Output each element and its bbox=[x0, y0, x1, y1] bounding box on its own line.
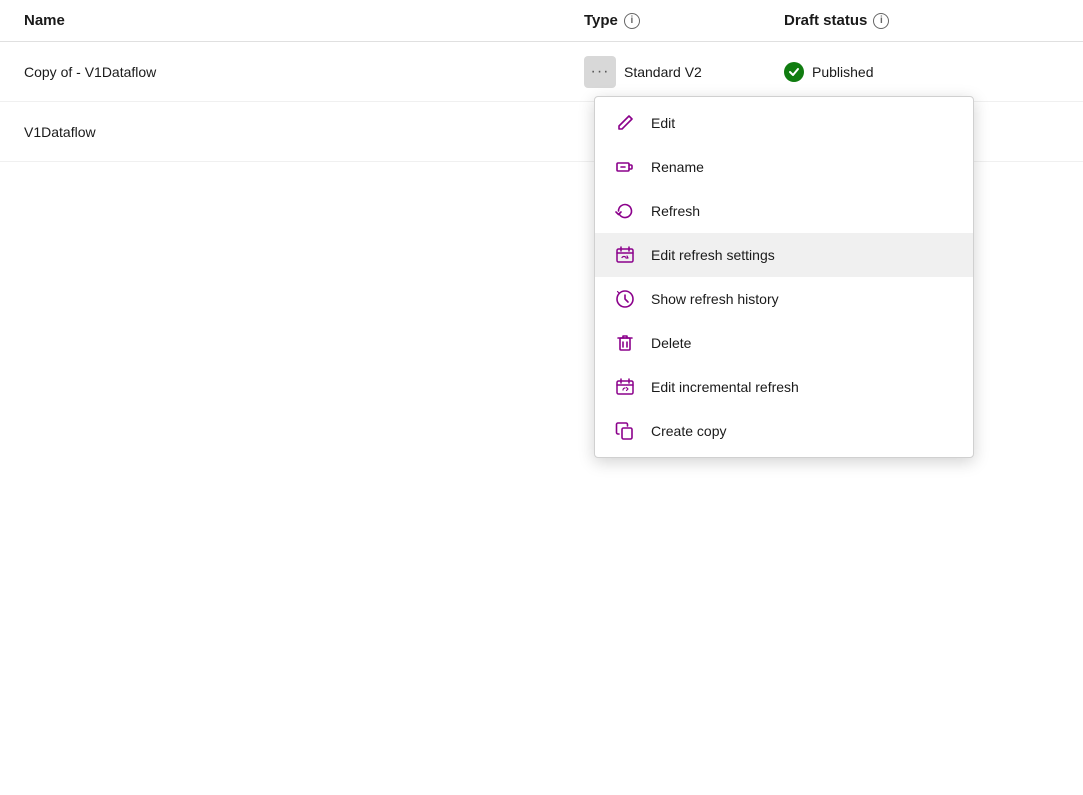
create-copy-icon bbox=[615, 421, 635, 441]
more-options-button-row1[interactable]: ··· bbox=[584, 56, 616, 88]
show-refresh-history-icon bbox=[615, 289, 635, 309]
ellipsis-icon: ··· bbox=[591, 63, 610, 81]
menu-item-create-copy[interactable]: Create copy bbox=[595, 409, 973, 453]
row1-type-area: ··· Standard V2 bbox=[584, 56, 784, 88]
menu-item-edit[interactable]: Edit bbox=[595, 101, 973, 145]
delete-icon bbox=[615, 333, 635, 353]
row1-type: Standard V2 bbox=[624, 64, 702, 80]
col-type-header: Type i bbox=[584, 12, 784, 29]
type-info-icon: i bbox=[624, 13, 640, 29]
menu-create-copy-label: Create copy bbox=[651, 423, 726, 439]
col-name-header: Name bbox=[24, 12, 584, 29]
menu-item-refresh[interactable]: Refresh bbox=[595, 189, 973, 233]
col-draft-header: Draft status i bbox=[784, 12, 1059, 29]
table-row: Copy of - V1Dataflow ··· Standard V2 Pub… bbox=[0, 42, 1083, 102]
menu-edit-label: Edit bbox=[651, 115, 675, 131]
menu-show-refresh-history-label: Show refresh history bbox=[651, 291, 779, 307]
refresh-icon bbox=[615, 201, 635, 221]
draft-info-icon: i bbox=[873, 13, 889, 29]
rename-icon bbox=[615, 157, 635, 177]
row2-name: V1Dataflow bbox=[24, 124, 584, 140]
row1-status: Published bbox=[784, 62, 1059, 82]
menu-item-edit-incremental-refresh[interactable]: Edit incremental refresh bbox=[595, 365, 973, 409]
menu-rename-label: Rename bbox=[651, 159, 704, 175]
menu-item-show-refresh-history[interactable]: Show refresh history bbox=[595, 277, 973, 321]
context-menu: Edit Rename Refresh bbox=[594, 96, 974, 458]
published-icon bbox=[784, 62, 804, 82]
menu-delete-label: Delete bbox=[651, 335, 691, 351]
row1-name: Copy of - V1Dataflow bbox=[24, 64, 584, 80]
edit-icon bbox=[615, 113, 635, 133]
menu-edit-incremental-refresh-label: Edit incremental refresh bbox=[651, 379, 799, 395]
menu-edit-refresh-settings-label: Edit refresh settings bbox=[651, 247, 775, 263]
menu-item-delete[interactable]: Delete bbox=[595, 321, 973, 365]
menu-refresh-label: Refresh bbox=[651, 203, 700, 219]
edit-refresh-settings-icon bbox=[615, 245, 635, 265]
table-header: Name Type i Draft status i bbox=[0, 0, 1083, 42]
menu-item-edit-refresh-settings[interactable]: Edit refresh settings bbox=[595, 233, 973, 277]
row1-status-label: Published bbox=[812, 64, 874, 80]
menu-item-rename[interactable]: Rename bbox=[595, 145, 973, 189]
edit-incremental-refresh-icon bbox=[615, 377, 635, 397]
